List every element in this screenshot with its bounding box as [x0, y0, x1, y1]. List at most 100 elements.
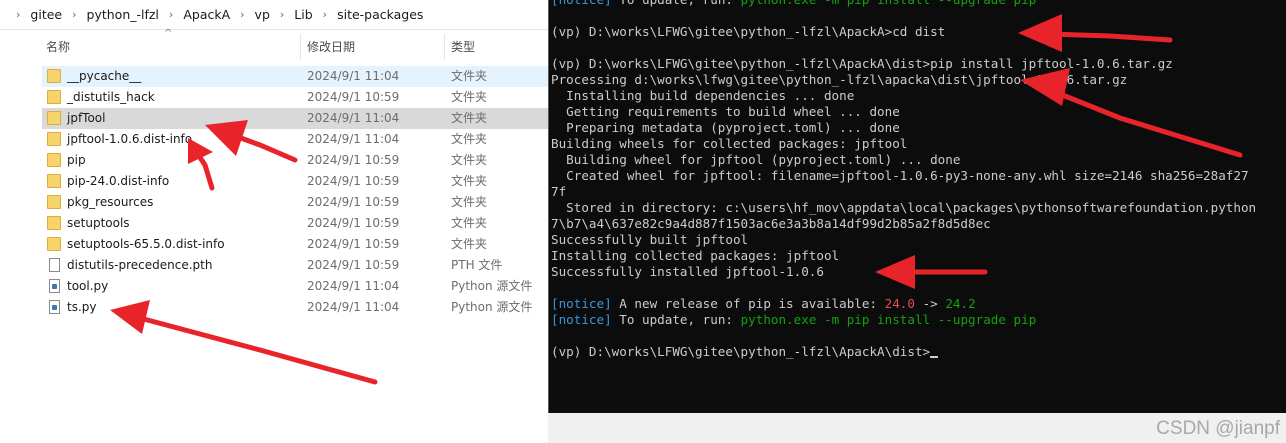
file-date: 2024/9/1 11:04: [307, 132, 400, 146]
terminal-text: Installing build dependencies ... done: [551, 88, 855, 103]
file-row[interactable]: _distutils_hack 2024/9/1 10:59 文件夹: [42, 87, 548, 108]
folder-icon: [47, 216, 61, 230]
file-row[interactable]: __pycache__ 2024/9/1 11:04 文件夹: [42, 66, 548, 87]
terminal-text: 7\b7\a4\637e82c9a4d887f1503ac6e3a3b8a14d…: [551, 216, 991, 231]
file-name: pip-24.0.dist-info: [67, 174, 170, 188]
file-type: 文件夹: [451, 174, 488, 188]
breadcrumb-separator-icon[interactable]: ›: [169, 8, 173, 21]
folder-icon: [47, 195, 61, 209]
terminal-text: Stored in directory: c:\users\hf_mov\app…: [551, 200, 1257, 215]
terminal-text: (vp) D:\works\LFWG\gitee\python_-lfzl\Ap…: [551, 24, 946, 39]
file-row[interactable]: distutils-precedence.pth 2024/9/1 10:59 PT…: [42, 255, 548, 276]
file-name: jpftool-1.0.6.dist-info: [67, 132, 193, 146]
breadcrumb-separator-icon[interactable]: ›: [240, 8, 244, 21]
terminal-line: Processing d:\works\lfwg\gitee\python_-l…: [551, 72, 1256, 88]
file-type: Python 源文件: [451, 279, 533, 293]
terminal-text: ->: [914, 296, 946, 311]
column-type-label: 类型: [451, 40, 476, 54]
breadcrumb-item[interactable]: Lib: [294, 7, 312, 22]
breadcrumb-separator-icon[interactable]: ›: [72, 8, 76, 21]
column-date-header[interactable]: 修改日期: [300, 34, 444, 60]
terminal-line: Installing collected packages: jpftool: [551, 248, 1256, 264]
column-type-header[interactable]: 类型: [444, 34, 548, 60]
file-date: 2024/9/1 10:59: [307, 237, 400, 251]
terminal-text: [notice]: [551, 0, 612, 7]
file-type: Python 源文件: [451, 300, 533, 314]
folder-icon: [47, 237, 61, 251]
terminal-text: 24.2: [945, 296, 976, 311]
column-header: ^ 名称 修改日期 类型: [40, 28, 548, 60]
terminal-text: python.exe -m pip install --upgrade pip: [741, 0, 1037, 7]
terminal-line: Successfully installed jpftool-1.0.6: [551, 264, 1256, 280]
terminal-line: 7f: [551, 184, 1256, 200]
breadcrumb-separator-icon[interactable]: ›: [323, 8, 327, 21]
file-name: tool.py: [67, 279, 109, 293]
terminal-line: Preparing metadata (pyproject.toml) ... …: [551, 120, 1256, 136]
terminal-output: [notice] To update, run: python.exe -m p…: [551, 0, 1256, 360]
file-date: 2024/9/1 11:04: [307, 279, 400, 293]
terminal-text: Successfully installed jpftool-1.0.6: [551, 264, 824, 279]
column-name-header[interactable]: 名称: [40, 34, 300, 60]
breadcrumb-item[interactable]: vp: [255, 7, 270, 22]
file-row[interactable]: jpftool-1.0.6.dist-info 2024/9/1 11:04 文件夹: [42, 129, 548, 150]
terminal-line: 7\b7\a4\637e82c9a4d887f1503ac6e3a3b8a14d…: [551, 216, 1256, 232]
file-type: 文件夹: [451, 111, 488, 125]
file-explorer: › gitee › python_-lfzl › ApackA › vp › Lib › site-p…: [0, 0, 548, 443]
breadcrumb-item[interactable]: ApackA: [183, 7, 230, 22]
terminal-line: [notice] A new release of pip is availab…: [551, 296, 1256, 312]
breadcrumb-separator-icon[interactable]: ›: [280, 8, 284, 21]
terminal-line: Successfully built jpftool: [551, 232, 1256, 248]
file-type: 文件夹: [451, 132, 488, 146]
terminal-line: Building wheel for jpftool (pyproject.to…: [551, 152, 1256, 168]
file-row[interactable]: jpfTool 2024/9/1 11:04 文件夹: [42, 108, 548, 129]
file-date: 2024/9/1 10:59: [307, 90, 400, 104]
watermark: CSDN @jianpf: [1156, 418, 1280, 439]
file-name: jpfTool: [67, 111, 106, 125]
terminal-line: (vp) D:\works\LFWG\gitee\python_-lfzl\Ap…: [551, 344, 1256, 360]
file-date: 2024/9/1 10:59: [307, 174, 400, 188]
folder-icon: [47, 111, 61, 125]
breadcrumb-item[interactable]: gitee: [30, 7, 62, 22]
file-icon: [49, 258, 60, 272]
terminal-text: To update, run:: [612, 0, 741, 7]
terminal-line: Stored in directory: c:\users\hf_mov\app…: [551, 200, 1256, 216]
file-name: distutils-precedence.pth: [67, 258, 213, 272]
file-type: 文件夹: [451, 237, 488, 251]
file-row[interactable]: pip-24.0.dist-info 2024/9/1 10:59 文件夹: [42, 171, 548, 192]
terminal-text: Created wheel for jpftool: filename=jpft…: [551, 168, 1249, 183]
terminal-text: Building wheel for jpftool (pyproject.to…: [551, 152, 961, 167]
terminal-line: Getting requirements to build wheel ... …: [551, 104, 1256, 120]
file-row[interactable]: setuptools-65.5.0.dist-info 2024/9/1 10:5…: [42, 234, 548, 255]
breadcrumb-item[interactable]: site-packages: [337, 7, 423, 22]
terminal-text: 24.0: [884, 296, 915, 311]
terminal-line: Created wheel for jpftool: filename=jpft…: [551, 168, 1256, 184]
file-list: __pycache__ 2024/9/1 11:04 文件夹 _distutils_h…: [42, 66, 548, 318]
terminal-text: [notice]: [551, 296, 612, 311]
file-type: 文件夹: [451, 153, 488, 167]
file-row[interactable]: tool.py 2024/9/1 11:04 Python 源文件: [42, 276, 548, 297]
file-row[interactable]: pkg_resources 2024/9/1 10:59 文件夹: [42, 192, 548, 213]
breadcrumb-separator-icon[interactable]: ›: [16, 8, 20, 21]
terminal-text: Installing collected packages: jpftool: [551, 248, 840, 263]
terminal-text: (vp) D:\works\LFWG\gitee\python_-lfzl\Ap…: [551, 344, 931, 359]
file-row[interactable]: pip 2024/9/1 10:59 文件夹: [42, 150, 548, 171]
folder-icon: [47, 132, 61, 146]
breadcrumb-item[interactable]: python_-lfzl: [87, 7, 159, 22]
file-name: ts.py: [67, 300, 97, 314]
file-date: 2024/9/1 11:04: [307, 69, 400, 83]
python-file-icon: [49, 279, 60, 293]
terminal-line: (vp) D:\works\LFWG\gitee\python_-lfzl\Ap…: [551, 24, 1256, 40]
file-row[interactable]: setuptools 2024/9/1 10:59 文件夹: [42, 213, 548, 234]
file-name: __pycache__: [67, 69, 142, 83]
file-type: 文件夹: [451, 216, 488, 230]
terminal-window[interactable]: [notice] To update, run: python.exe -m p…: [548, 0, 1286, 413]
file-type: 文件夹: [451, 90, 488, 104]
terminal-text: Getting requirements to build wheel ... …: [551, 104, 900, 119]
file-date: 2024/9/1 10:59: [307, 216, 400, 230]
file-name: _distutils_hack: [67, 90, 155, 104]
file-row[interactable]: ts.py 2024/9/1 11:04 Python 源文件: [42, 297, 548, 318]
file-name: pkg_resources: [67, 195, 154, 209]
file-type: 文件夹: [451, 195, 488, 209]
